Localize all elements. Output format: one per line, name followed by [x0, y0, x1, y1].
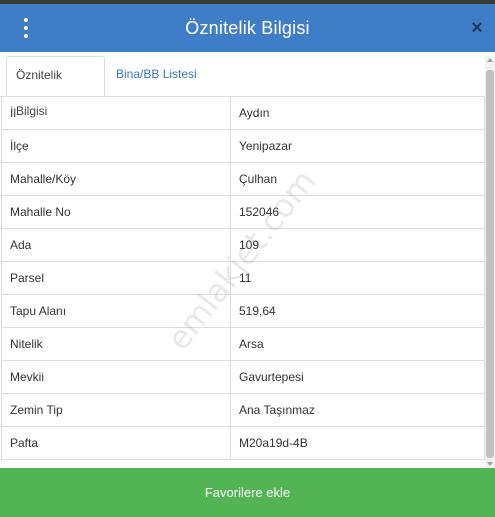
attribute-value: Aydın [230, 96, 485, 130]
dialog-header: Öznitelik Bilgisi × [0, 4, 495, 52]
scroll-down-arrow-icon[interactable] [487, 462, 493, 466]
scroll-up-arrow-icon[interactable] [487, 58, 493, 62]
attribute-key: Pafta [1, 426, 231, 460]
table-row: Zemin Tip Ana Taşınmaz [1, 393, 485, 427]
table-row: Parsel 11 [1, 261, 485, 295]
tab-oznitelik-bilgisi[interactable]: Öznitelik Bilgisi [6, 56, 105, 118]
attribute-key: Mevkii [1, 360, 231, 394]
attribute-key: Zemin Tip [1, 393, 231, 427]
attribute-key: Parsel [1, 261, 231, 295]
attribute-value: 519,64 [230, 294, 485, 328]
attribute-value: 152046 [230, 195, 485, 229]
attribute-key: Mahalle No [1, 195, 231, 229]
attribute-key: İl [1, 96, 231, 130]
table-row: Mahalle/Köy Çulhan [1, 162, 485, 196]
tab-bar: Öznitelik Bilgisi Bina/BB Listesi [0, 52, 487, 118]
attribute-value: Gavurtepesi [230, 360, 485, 394]
table-row: Pafta M20a19d-4B [1, 426, 485, 460]
attribute-key: Ada [1, 228, 231, 262]
attribute-key: Mahalle/Köy [1, 162, 231, 196]
scrollbar-thumb[interactable] [486, 70, 494, 458]
attribute-value: M20a19d-4B [230, 426, 485, 460]
table-row: Mahalle No 152046 [1, 195, 485, 229]
attribute-value: Yenipazar [230, 129, 485, 163]
attribute-key: Tapu Alanı [1, 294, 231, 328]
table-row: Mevkii Gavurtepesi [1, 360, 485, 394]
attribute-value: Arsa [230, 327, 485, 361]
attribute-value: 11 [230, 261, 485, 295]
attribute-value: Ana Taşınmaz [230, 393, 485, 427]
table-row: Ada 109 [1, 228, 485, 262]
table-row: Nitelik Arsa [1, 327, 485, 361]
attribute-value: 109 [230, 228, 485, 262]
table-row: İl Aydın [1, 96, 485, 130]
add-to-favorites-button[interactable]: Favorilere ekle [0, 468, 495, 517]
table-row: İlçe Yenipazar [1, 129, 485, 163]
close-icon[interactable]: × [467, 17, 487, 39]
attribute-table: İl Aydın İlçe Yenipazar Mahalle/Köy Çulhan Mah… [1, 96, 485, 460]
dialog-title: Öznitelik Bilgisi [185, 18, 310, 38]
attribute-key: İlçe [1, 129, 231, 163]
scrollbar[interactable] [485, 56, 495, 468]
tab-bina-bb-listesi[interactable]: Bina/BB Listesi [107, 56, 206, 95]
attribute-value: Çulhan [230, 162, 485, 196]
table-row: Tapu Alanı 519,64 [1, 294, 485, 328]
attribute-key: Nitelik [1, 327, 231, 361]
attribute-table-container: İl Aydın İlçe Yenipazar Mahalle/Köy Çulhan Mah… [0, 96, 485, 468]
